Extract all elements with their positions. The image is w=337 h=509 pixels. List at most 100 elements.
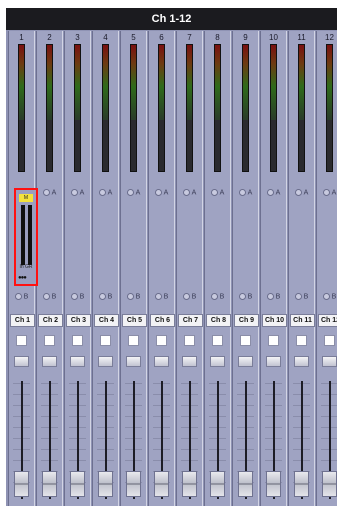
insert-a-slot[interactable]: A: [233, 189, 258, 196]
channel-strip-9: 9 A B Ch 9: [232, 31, 259, 506]
channel-number: 8: [215, 33, 220, 42]
insert-a-slot[interactable]: A: [177, 189, 202, 196]
channel-strip-11: 11 A B Ch 11: [288, 31, 315, 506]
channel-name-label[interactable]: Ch 8: [206, 314, 231, 327]
insert-a-slot[interactable]: A: [289, 189, 314, 196]
channel-mute-button[interactable]: [240, 335, 251, 346]
channel-mute-button[interactable]: [212, 335, 223, 346]
channel-solo-button[interactable]: [238, 356, 253, 367]
channel-solo-button[interactable]: [14, 356, 29, 367]
insert-a-label: A: [191, 189, 197, 197]
channel-mute-button[interactable]: [44, 335, 55, 346]
fader-cap-handle[interactable]: [182, 471, 197, 497]
channel-name-label[interactable]: Ch 2: [38, 314, 63, 327]
channel-mute-button[interactable]: [128, 335, 139, 346]
level-meter: [46, 44, 53, 172]
insert-b-slot[interactable]: B: [9, 293, 34, 300]
insert-a-slot[interactable]: A: [93, 189, 118, 196]
insert-b-slot[interactable]: B: [65, 293, 90, 300]
fader-cap-handle[interactable]: [154, 471, 169, 497]
insert-b-led-icon: [294, 293, 302, 300]
channel-solo-button[interactable]: [154, 356, 169, 367]
channel-solo-button[interactable]: [42, 356, 57, 367]
insert-a-slot[interactable]: A: [261, 189, 286, 196]
insert-b-slot[interactable]: B: [289, 293, 314, 300]
insert-b-led-icon: [182, 293, 190, 300]
insert-b-led-icon: [42, 293, 50, 300]
insert-a-label: A: [107, 189, 113, 197]
fader-cap-handle[interactable]: [266, 471, 281, 497]
insert-b-slot[interactable]: B: [233, 293, 258, 300]
channel-name-label[interactable]: Ch 1: [10, 314, 35, 327]
channel-name-label[interactable]: Ch 10: [262, 314, 287, 327]
channel-name-label[interactable]: Ch 6: [150, 314, 175, 327]
plugin-control-dots[interactable]: ●●●: [18, 275, 34, 281]
channel-name-label[interactable]: Ch 11: [290, 314, 315, 327]
channel-solo-button[interactable]: [294, 356, 309, 367]
insert-b-led-icon: [238, 293, 246, 300]
channel-number: 3: [75, 33, 80, 42]
channel-name-label[interactable]: Ch 3: [66, 314, 91, 327]
channel-mute-button[interactable]: [16, 335, 27, 346]
insert-a-label: A: [79, 189, 85, 197]
channel-solo-button[interactable]: [266, 356, 281, 367]
fader-cap-handle[interactable]: [294, 471, 309, 497]
insert-a-slot[interactable]: A: [205, 189, 230, 196]
insert-a-slot[interactable]: A: [121, 189, 146, 196]
fader-cap-handle[interactable]: [70, 471, 85, 497]
channel-mute-button[interactable]: [268, 335, 279, 346]
channel-mute-button[interactable]: [100, 335, 111, 346]
insert-a-led-icon: [266, 189, 274, 196]
channel-solo-button[interactable]: [210, 356, 225, 367]
insert-b-slot[interactable]: B: [149, 293, 174, 300]
insert-b-slot[interactable]: B: [121, 293, 146, 300]
channel-solo-button[interactable]: [70, 356, 85, 367]
plugin-insert-highlight[interactable]: M In GR ●●●: [14, 188, 38, 286]
insert-b-slot[interactable]: B: [93, 293, 118, 300]
insert-a-led-icon: [70, 189, 78, 196]
insert-b-led-icon: [14, 293, 22, 300]
channel-name-label[interactable]: Ch 12: [318, 314, 337, 327]
fader-cap-handle[interactable]: [210, 471, 225, 497]
level-meter: [18, 44, 25, 172]
channel-name-label[interactable]: Ch 4: [94, 314, 119, 327]
level-meter: [158, 44, 165, 172]
channel-number: 10: [269, 33, 278, 42]
insert-a-slot[interactable]: A: [65, 189, 90, 196]
fader-cap-handle[interactable]: [14, 471, 29, 497]
insert-b-led-icon: [70, 293, 78, 300]
channel-number: 9: [243, 33, 248, 42]
insert-a-slot[interactable]: A: [37, 189, 62, 196]
insert-b-led-icon: [98, 293, 106, 300]
fader-cap-handle[interactable]: [322, 471, 337, 497]
channel-number: 4: [103, 33, 108, 42]
channel-mute-button[interactable]: [72, 335, 83, 346]
channel-mute-button[interactable]: [156, 335, 167, 346]
insert-a-slot[interactable]: A: [149, 189, 174, 196]
fader-cap-handle[interactable]: [126, 471, 141, 497]
channel-mute-button[interactable]: [324, 335, 335, 346]
level-meter: [242, 44, 249, 172]
plugin-gr-meter: [28, 205, 32, 265]
channel-name-label[interactable]: Ch 9: [234, 314, 259, 327]
channel-mute-button[interactable]: [184, 335, 195, 346]
fader-cap-handle[interactable]: [42, 471, 57, 497]
level-meter: [298, 44, 305, 172]
channel-solo-button[interactable]: [182, 356, 197, 367]
insert-a-label: A: [219, 189, 225, 197]
insert-a-slot[interactable]: A: [317, 189, 337, 196]
insert-b-slot[interactable]: B: [205, 293, 230, 300]
channel-name-label[interactable]: Ch 7: [178, 314, 203, 327]
fader-cap-handle[interactable]: [238, 471, 253, 497]
insert-b-slot[interactable]: B: [177, 293, 202, 300]
insert-b-slot[interactable]: B: [261, 293, 286, 300]
fader-cap-handle[interactable]: [98, 471, 113, 497]
channel-solo-button[interactable]: [126, 356, 141, 367]
channel-mute-button[interactable]: [296, 335, 307, 346]
channel-name-label[interactable]: Ch 5: [122, 314, 147, 327]
channel-solo-button[interactable]: [322, 356, 337, 367]
insert-b-label: B: [135, 293, 141, 301]
channel-solo-button[interactable]: [98, 356, 113, 367]
insert-b-slot[interactable]: B: [317, 293, 337, 300]
insert-b-slot[interactable]: B: [37, 293, 62, 300]
